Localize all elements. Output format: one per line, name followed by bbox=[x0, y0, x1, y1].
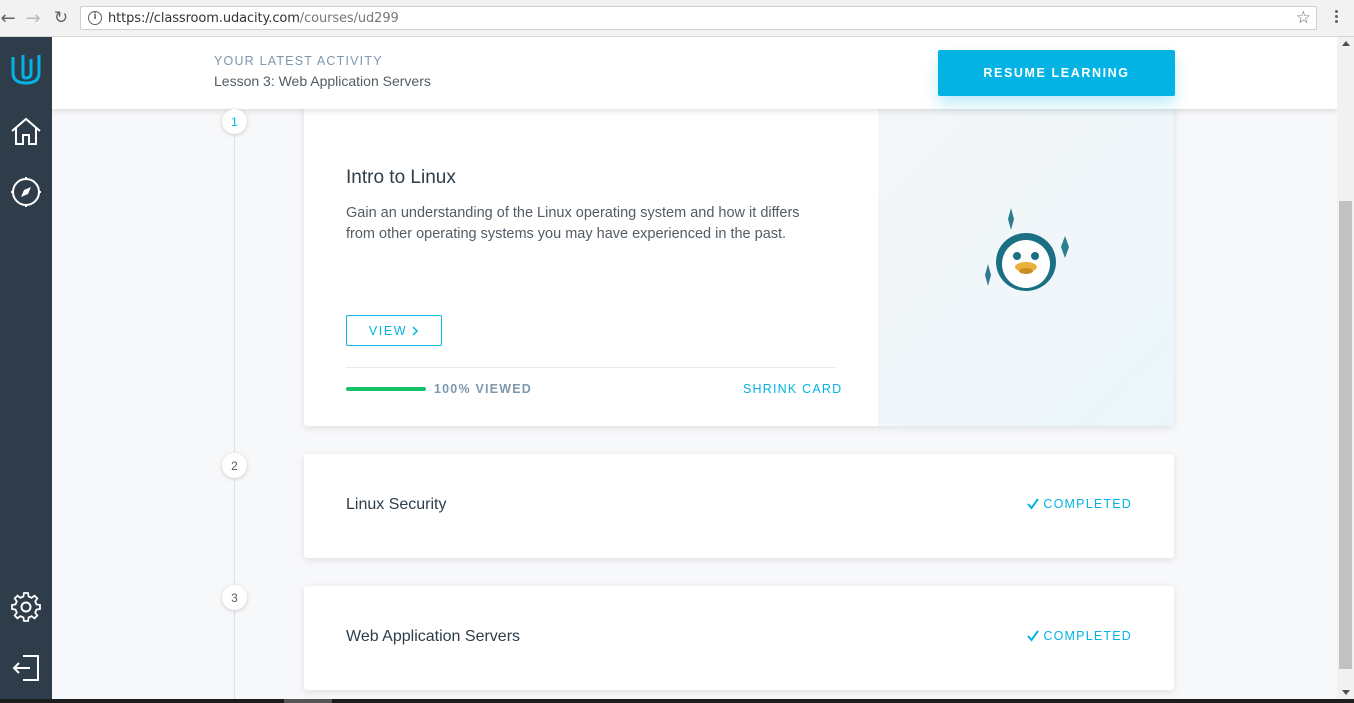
taskbar-strip bbox=[0, 699, 1354, 703]
lesson-title: Web Application Servers bbox=[346, 628, 521, 645]
bookmark-star-icon[interactable]: ☆ bbox=[1296, 8, 1311, 28]
address-bar[interactable]: i https://classroom.udacity.com/courses/… bbox=[80, 6, 1317, 30]
main-content: YOUR LATEST ACTIVITY Lesson 3: Web Appli… bbox=[52, 37, 1337, 699]
checkmark-icon bbox=[1027, 498, 1040, 510]
lesson-illustration bbox=[878, 97, 1174, 426]
browser-toolbar: ← → ↻ i https://classroom.udacity.com/co… bbox=[0, 0, 1354, 37]
url-path: /courses/ud299 bbox=[299, 11, 399, 26]
forward-arrow-icon[interactable]: → bbox=[22, 7, 44, 29]
progress-bar bbox=[346, 387, 426, 391]
scroll-up-arrow-icon[interactable] bbox=[1342, 41, 1350, 46]
page-scrollbar[interactable] bbox=[1337, 37, 1354, 699]
lesson-number-badge: 1 bbox=[222, 109, 247, 134]
url-text[interactable]: https://classroom.udacity.com/courses/ud… bbox=[108, 11, 399, 26]
lesson-number-badge: 3 bbox=[222, 585, 247, 610]
progress-text: 100% VIEWED bbox=[434, 382, 532, 396]
udacity-logo-icon[interactable] bbox=[0, 49, 52, 89]
lesson-card[interactable]: Linux Security COMPLETED bbox=[304, 454, 1174, 558]
view-label: VIEW bbox=[368, 323, 408, 338]
lesson-card[interactable]: Web Application Servers COMPLETED bbox=[304, 586, 1174, 690]
home-icon[interactable] bbox=[0, 111, 52, 151]
browser-menu-icon[interactable] bbox=[1330, 8, 1342, 28]
view-lesson-button[interactable]: VIEW bbox=[346, 315, 442, 346]
lesson-timeline bbox=[234, 109, 235, 699]
url-host: https://classroom.udacity.com bbox=[108, 11, 300, 26]
info-icon[interactable]: i bbox=[88, 11, 102, 25]
back-arrow-icon[interactable]: ← bbox=[0, 7, 19, 29]
sidebar bbox=[0, 37, 52, 703]
lesson-description: Gain an understanding of the Linux opera… bbox=[346, 205, 800, 242]
latest-activity-bar: YOUR LATEST ACTIVITY Lesson 3: Web Appli… bbox=[52, 37, 1337, 109]
completed-label: COMPLETED bbox=[1043, 629, 1132, 643]
completed-status: COMPLETED bbox=[1026, 497, 1132, 511]
lesson-card-expanded: Intro to Linux Gain an understanding of … bbox=[304, 97, 1174, 426]
card-divider bbox=[346, 367, 836, 368]
resume-learning-button[interactable]: RESUME LEARNING bbox=[938, 50, 1175, 96]
scroll-down-arrow-icon[interactable] bbox=[1342, 690, 1350, 695]
checkmark-icon bbox=[1027, 630, 1040, 642]
gear-icon[interactable] bbox=[0, 587, 52, 627]
completed-label: COMPLETED bbox=[1043, 497, 1132, 511]
scroll-thumb[interactable] bbox=[1339, 201, 1352, 669]
shrink-card-link[interactable]: SHRINK CARD bbox=[743, 382, 842, 396]
lesson-number-badge: 2 bbox=[222, 453, 247, 478]
reload-icon[interactable]: ↻ bbox=[50, 7, 72, 29]
lesson-title: Linux Security bbox=[346, 496, 447, 513]
compass-icon[interactable] bbox=[0, 172, 52, 212]
latest-activity-lesson[interactable]: Lesson 3: Web Application Servers bbox=[214, 73, 431, 89]
completed-status: COMPLETED bbox=[1026, 629, 1132, 643]
latest-activity-label: YOUR LATEST ACTIVITY bbox=[214, 54, 383, 68]
lesson-title: Intro to Linux bbox=[346, 167, 456, 188]
chevron-right-icon bbox=[412, 325, 419, 336]
penguin-icon bbox=[985, 208, 1069, 291]
logout-icon[interactable] bbox=[0, 648, 52, 688]
progress-fill bbox=[346, 387, 426, 391]
